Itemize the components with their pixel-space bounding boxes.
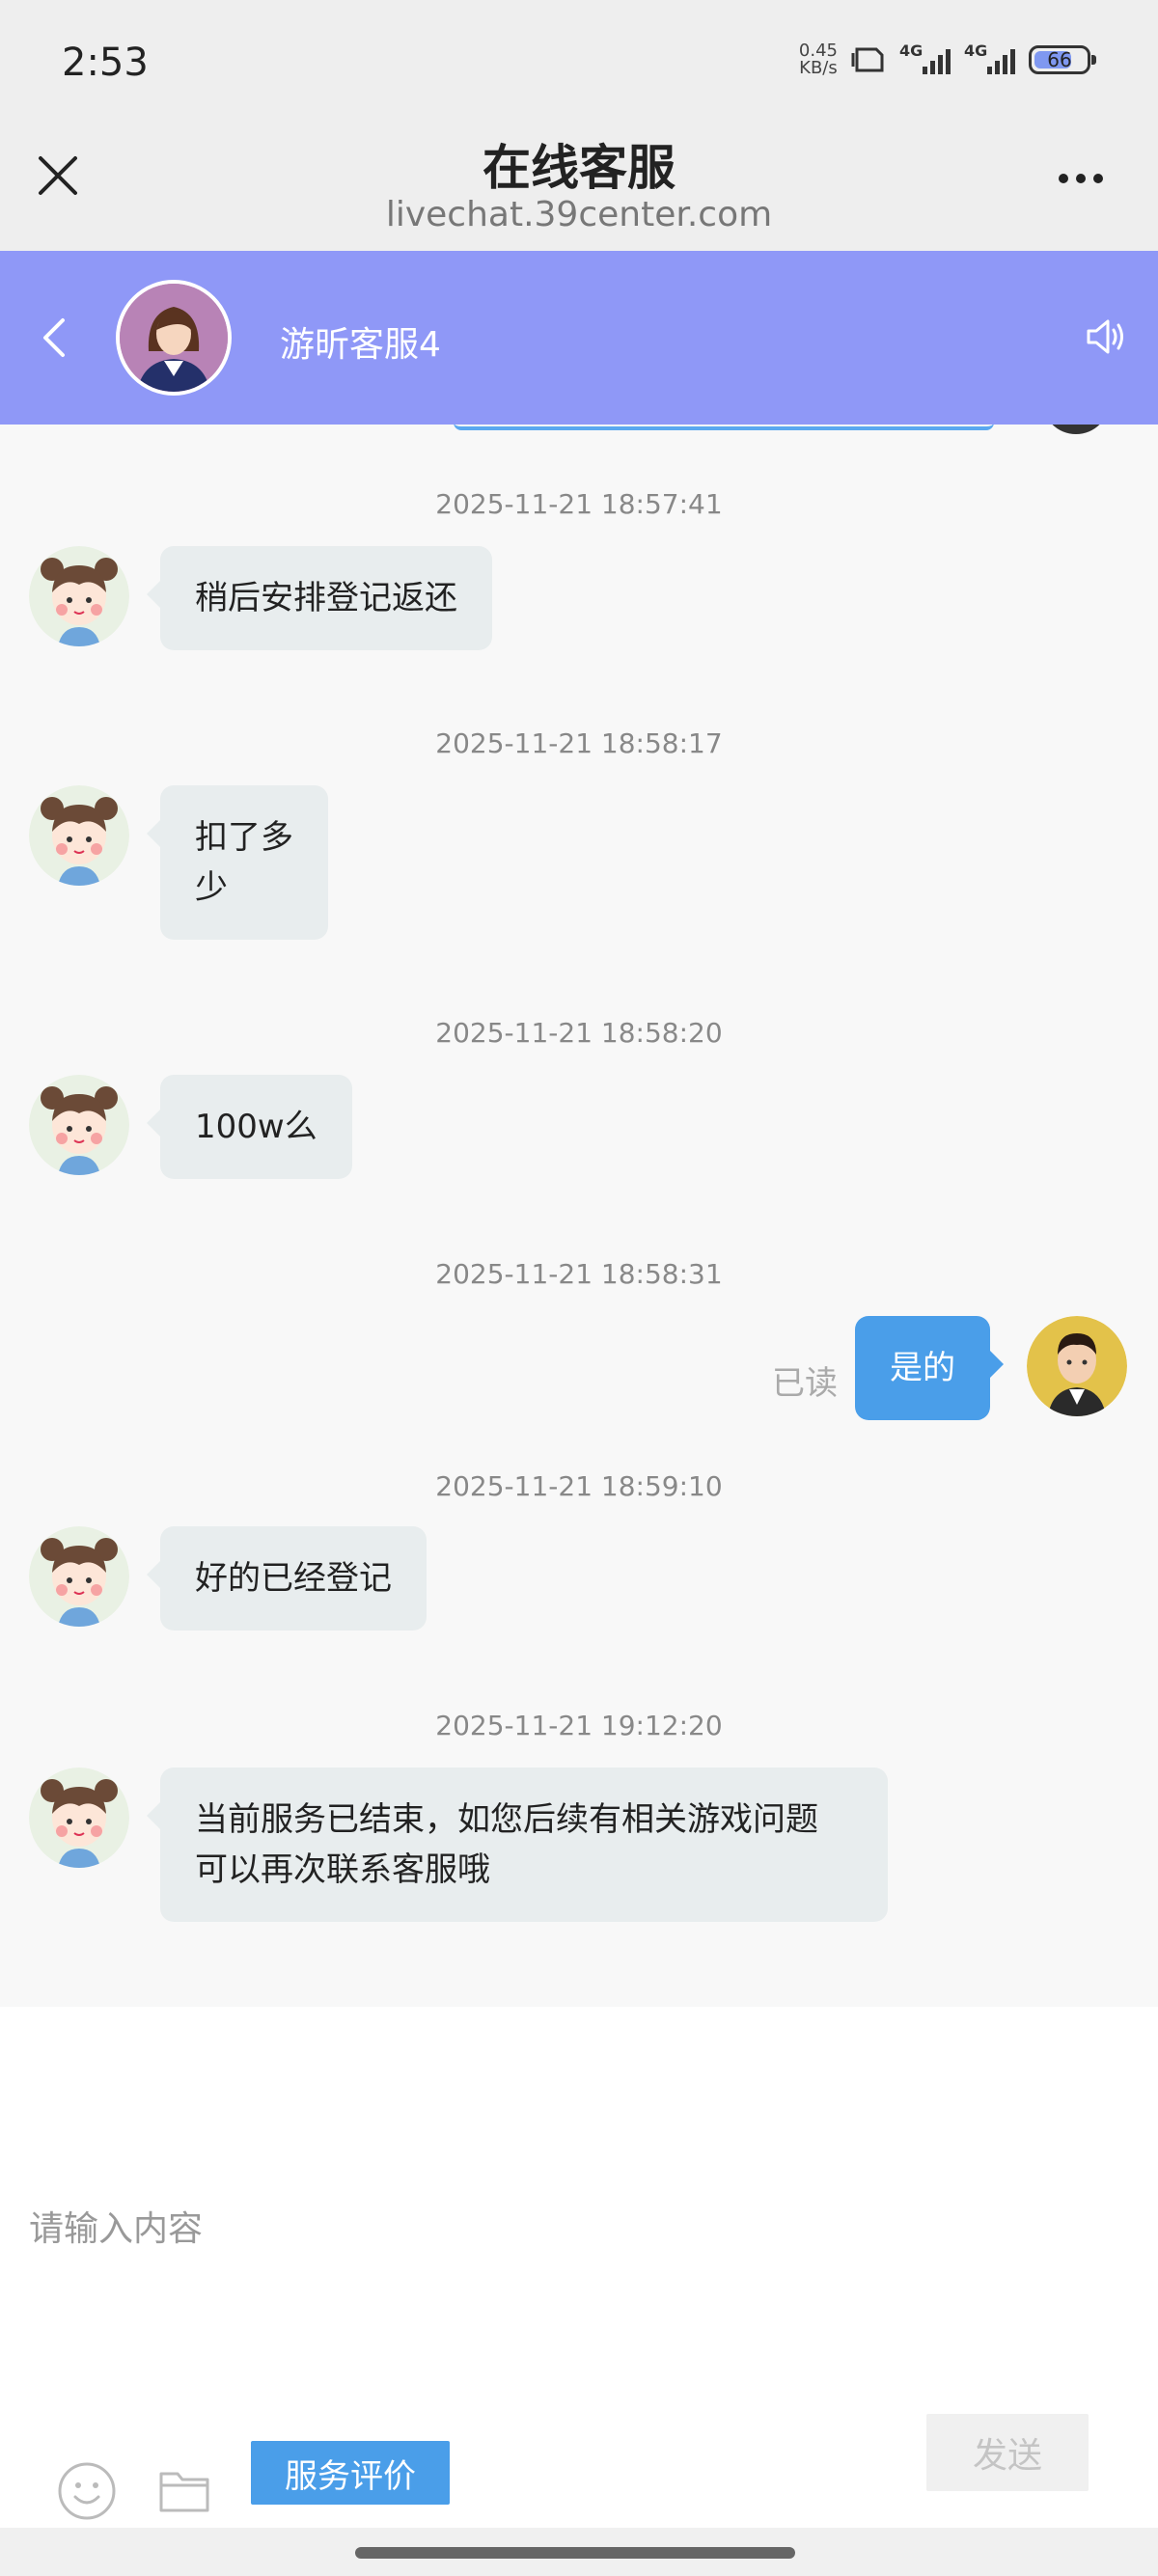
- message-timestamp: 2025-11-21 18:58:17: [435, 727, 723, 759]
- chat-header: 游昕客服4: [0, 251, 1158, 425]
- agent-name: 游昕客服4: [280, 325, 441, 365]
- battery-level: 66: [1047, 48, 1072, 71]
- chevron-left-icon: [43, 318, 65, 357]
- sound-toggle-button[interactable]: [1083, 315, 1131, 363]
- girl-avatar-icon: [29, 1526, 129, 1627]
- attach-file-button[interactable]: [158, 2466, 210, 2514]
- read-status: 已读: [772, 1364, 838, 1403]
- girl-avatar-icon: [29, 1768, 129, 1868]
- status-bar: 2:53 0.45 KB/s 4G 4G 66: [0, 0, 1158, 125]
- sim1-network-type: 4G: [899, 41, 924, 60]
- home-indicator[interactable]: [355, 2547, 795, 2559]
- message-text: 100w么: [195, 1108, 317, 1146]
- message-text: 稍后安排登记返还: [195, 579, 457, 617]
- message-timestamp: 2025-11-21 18:58:31: [435, 1258, 723, 1290]
- back-button[interactable]: [35, 309, 73, 367]
- status-time: 2:53: [62, 41, 149, 85]
- page-url: livechat.39center.com: [385, 195, 773, 234]
- agent-message-avatar: [29, 1526, 129, 1627]
- agent-message-avatar: [29, 1075, 129, 1175]
- emoji-button[interactable]: [56, 2460, 118, 2522]
- message-text-line: 当前服务已结束，如您后续有相关游戏问题: [195, 1800, 818, 1839]
- rate-service-button[interactable]: 服务评价: [251, 2441, 450, 2505]
- network-speed-unit: KB/s: [799, 58, 838, 78]
- message-timestamp: 2025-11-21 18:58:20: [435, 1017, 723, 1049]
- message-text-line: 可以再次联系客服哦: [195, 1850, 490, 1889]
- status-icons: 0.45 KB/s 4G 4G 66: [799, 41, 1096, 77]
- sim1-signal-icon: 4G: [899, 41, 951, 74]
- folder-icon: [159, 2472, 209, 2512]
- agent-message-avatar: [29, 1768, 129, 1868]
- agent-message-bubble[interactable]: 稍后安排登记返还: [147, 546, 492, 650]
- sim2-signal-icon: 4G: [964, 41, 1015, 74]
- more-dots-icon: [1059, 174, 1068, 183]
- girl-avatar-icon: [29, 785, 129, 886]
- more-dot: [1076, 174, 1086, 183]
- agent-message-bubble[interactable]: 当前服务已结束，如您后续有相关游戏问题 可以再次联系客服哦: [147, 1768, 888, 1922]
- more-menu-button[interactable]: [1042, 154, 1119, 203]
- agent-message-avatar: [29, 546, 129, 646]
- agent-avatar: [116, 280, 232, 396]
- page-title: 在线客服: [482, 140, 676, 196]
- agent-message-bubble[interactable]: 扣了多 少: [147, 785, 328, 940]
- man-avatar-icon: [1027, 1316, 1127, 1416]
- battery-icon: 66: [1029, 45, 1096, 74]
- clipped-message-bubble: [454, 425, 994, 430]
- composer: 服务评价 发送: [0, 2007, 1158, 2528]
- browser-header: 在线客服 livechat.39center.com: [0, 125, 1158, 251]
- speaker-icon: [1087, 319, 1123, 354]
- send-button[interactable]: 发送: [926, 2414, 1089, 2491]
- clipped-user-avatar: [1042, 425, 1110, 434]
- agent-avatar-image: [120, 284, 228, 392]
- network-speed: 0.45 KB/s: [799, 42, 838, 77]
- message-list[interactable]: 2025-11-21 18:57:41 稍后安排登记返还 2025-11-21 …: [0, 425, 1158, 2007]
- more-dot: [1093, 174, 1103, 183]
- girl-avatar-icon: [29, 1075, 129, 1175]
- user-avatar: [1027, 1316, 1127, 1416]
- agent-message-bubble[interactable]: 好的已经登记: [147, 1526, 427, 1631]
- message-timestamp: 2025-11-21 18:57:41: [435, 488, 723, 520]
- message-text: 好的已经登记: [195, 1559, 392, 1598]
- message-text: 是的: [890, 1349, 955, 1387]
- smile-icon: [58, 2462, 116, 2520]
- agent-message-bubble[interactable]: 100w么: [147, 1075, 352, 1179]
- system-nav-bar: [0, 2528, 1158, 2576]
- message-text-line: 少: [195, 868, 228, 907]
- user-message-bubble[interactable]: 是的: [855, 1316, 1004, 1420]
- sim2-network-type: 4G: [964, 41, 988, 60]
- nfc-icon: [851, 47, 884, 72]
- agent-message-avatar: [29, 785, 129, 886]
- girl-avatar-icon: [29, 546, 129, 646]
- message-timestamp: 2025-11-21 18:59:10: [435, 1470, 723, 1502]
- message-input[interactable]: [29, 2171, 1129, 2287]
- message-text-line: 扣了多: [195, 818, 293, 857]
- message-timestamp: 2025-11-21 19:12:20: [435, 1710, 723, 1741]
